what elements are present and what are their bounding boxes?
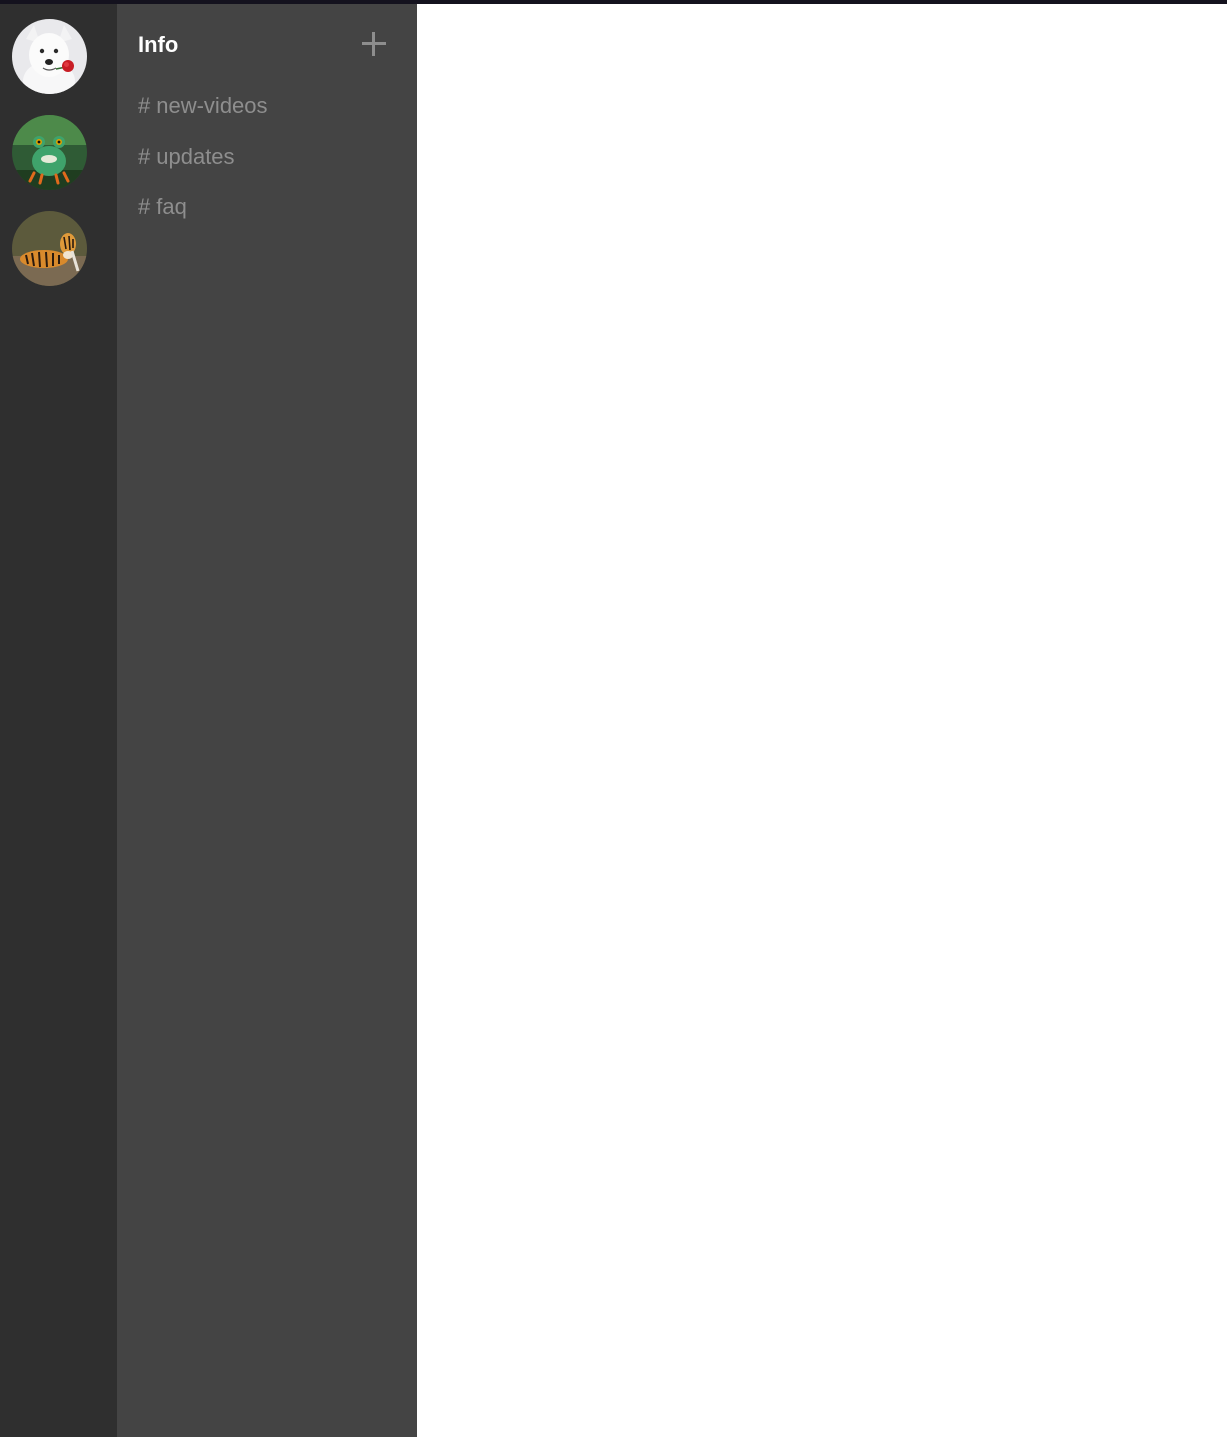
dog-with-rose-icon [12, 19, 87, 94]
channel-item-faq[interactable]: # faq [138, 194, 268, 245]
server-avatar-frog[interactable] [12, 115, 87, 190]
plus-icon[interactable] [360, 30, 388, 58]
hash-icon: # [138, 93, 151, 118]
hash-icon: # [138, 143, 151, 169]
server-avatar-tiger[interactable] [12, 211, 87, 286]
server-avatar-dog[interactable] [12, 19, 87, 94]
server-title: Info [138, 32, 179, 57]
channel-item-new-videos[interactable]: # new-videos [138, 93, 268, 144]
channel-label: updates [156, 143, 235, 169]
channel-panel: Info # new-videos # updates # faq [117, 4, 417, 1437]
channel-item-updates[interactable]: # updates [138, 144, 268, 195]
tiger-icon [12, 211, 87, 286]
server-rail [0, 4, 117, 1437]
channel-label: faq [156, 194, 187, 219]
channel-panel-header: Info [117, 4, 417, 84]
hash-icon: # [138, 194, 151, 219]
frog-icon [12, 115, 87, 190]
main-content-area [417, 4, 1227, 1437]
channel-list: # new-videos # updates # faq [138, 93, 268, 245]
channel-label: new-videos [156, 93, 268, 118]
